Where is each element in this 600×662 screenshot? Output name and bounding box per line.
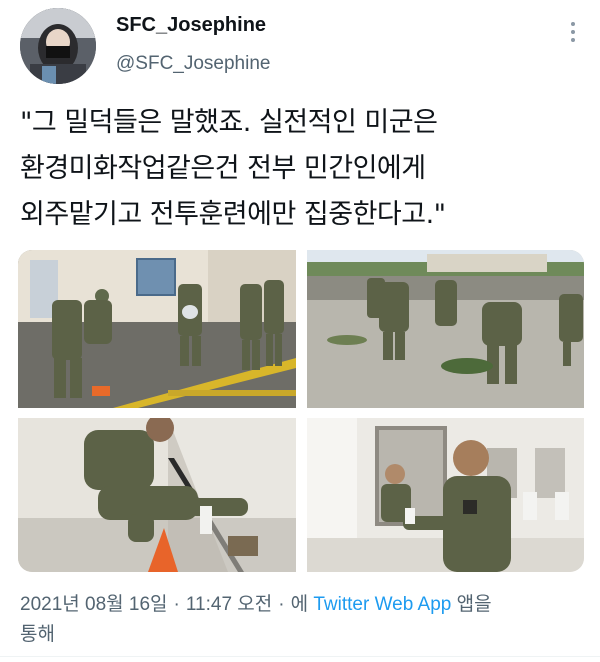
- tweet-metadata: 2021년 08월 16일 · 11:47 오전 · 에 Twitter Web App…: [20, 594, 492, 645]
- avatar[interactable]: [20, 8, 96, 84]
- via-prefix: 에: [290, 594, 309, 615]
- tweet-text-line: 환경미화작업같은건 전부 민간인에게: [20, 153, 426, 184]
- tweet-text-line: 외주맡기고 전투훈련에만 집중한다고.": [20, 199, 446, 230]
- tweet-text: "그 밀덕들은 말했죠. 실전적인 미군은 환경미화작업같은건 전부 민간인에게…: [20, 100, 585, 238]
- divider: [0, 656, 600, 657]
- media-photo-4[interactable]: [307, 418, 584, 572]
- author-display-name[interactable]: SFC_Josephine: [116, 14, 266, 37]
- media-photo-3[interactable]: [18, 418, 296, 572]
- more-icon[interactable]: [562, 18, 584, 46]
- media-grid: [18, 250, 584, 572]
- source-app-link[interactable]: Twitter Web App: [313, 594, 451, 615]
- via-suffix: 앱을: [456, 594, 492, 615]
- tweet-card: SFC_Josephine @SFC_Josephine "그 밀덕들은 말했죠…: [0, 0, 600, 662]
- tweet-date[interactable]: 2021년 08월 16일: [20, 594, 168, 615]
- media-photo-1[interactable]: [18, 250, 296, 408]
- author-handle[interactable]: @SFC_Josephine: [116, 53, 270, 75]
- tweet-time[interactable]: 11:47 오전: [186, 594, 272, 615]
- media-photo-2[interactable]: [307, 250, 584, 408]
- via-suffix-2: 통해: [20, 624, 55, 645]
- tweet-text-line: "그 밀덕들은 말했죠. 실전적인 미군은: [20, 107, 438, 138]
